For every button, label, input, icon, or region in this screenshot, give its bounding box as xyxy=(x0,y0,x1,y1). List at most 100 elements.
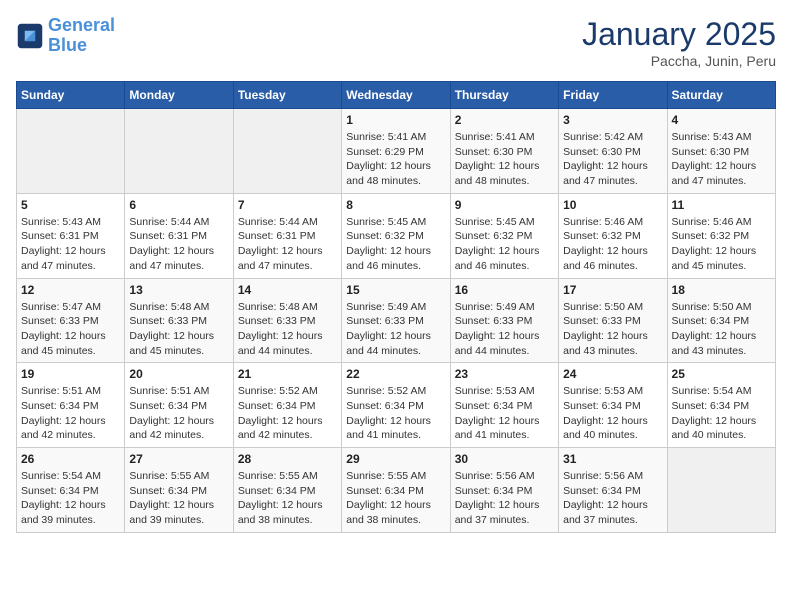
day-number: 9 xyxy=(455,198,554,212)
day-number: 28 xyxy=(238,452,337,466)
day-number: 2 xyxy=(455,113,554,127)
day-header-tuesday: Tuesday xyxy=(233,82,341,109)
calendar-cell: 14 Sunrise: 5:48 AM Sunset: 6:33 PM Dayli… xyxy=(233,278,341,363)
calendar-cell: 30 Sunrise: 5:56 AM Sunset: 6:34 PM Dayli… xyxy=(450,448,558,533)
week-row-1: 5 Sunrise: 5:43 AM Sunset: 6:31 PM Daylig… xyxy=(17,193,776,278)
week-row-3: 19 Sunrise: 5:51 AM Sunset: 6:34 PM Dayli… xyxy=(17,363,776,448)
day-info: Sunrise: 5:51 AM Sunset: 6:34 PM Dayligh… xyxy=(21,384,120,443)
calendar-cell: 8 Sunrise: 5:45 AM Sunset: 6:32 PM Daylig… xyxy=(342,193,450,278)
week-row-4: 26 Sunrise: 5:54 AM Sunset: 6:34 PM Dayli… xyxy=(17,448,776,533)
day-info: Sunrise: 5:51 AM Sunset: 6:34 PM Dayligh… xyxy=(129,384,228,443)
day-number: 12 xyxy=(21,283,120,297)
location-subtitle: Paccha, Junin, Peru xyxy=(582,53,776,69)
calendar-table: SundayMondayTuesdayWednesdayThursdayFrid… xyxy=(16,81,776,533)
calendar-cell: 18 Sunrise: 5:50 AM Sunset: 6:34 PM Dayli… xyxy=(667,278,775,363)
day-info: Sunrise: 5:55 AM Sunset: 6:34 PM Dayligh… xyxy=(129,469,228,528)
day-info: Sunrise: 5:52 AM Sunset: 6:34 PM Dayligh… xyxy=(238,384,337,443)
calendar-cell: 17 Sunrise: 5:50 AM Sunset: 6:33 PM Dayli… xyxy=(559,278,667,363)
day-info: Sunrise: 5:46 AM Sunset: 6:32 PM Dayligh… xyxy=(563,215,662,274)
day-number: 6 xyxy=(129,198,228,212)
calendar-cell: 4 Sunrise: 5:43 AM Sunset: 6:30 PM Daylig… xyxy=(667,109,775,194)
day-number: 14 xyxy=(238,283,337,297)
day-number: 19 xyxy=(21,367,120,381)
day-number: 31 xyxy=(563,452,662,466)
logo-text: General Blue xyxy=(48,16,115,56)
day-number: 23 xyxy=(455,367,554,381)
day-info: Sunrise: 5:41 AM Sunset: 6:29 PM Dayligh… xyxy=(346,130,445,189)
day-info: Sunrise: 5:53 AM Sunset: 6:34 PM Dayligh… xyxy=(563,384,662,443)
calendar-cell: 10 Sunrise: 5:46 AM Sunset: 6:32 PM Dayli… xyxy=(559,193,667,278)
day-number: 18 xyxy=(672,283,771,297)
day-info: Sunrise: 5:50 AM Sunset: 6:33 PM Dayligh… xyxy=(563,300,662,359)
day-info: Sunrise: 5:44 AM Sunset: 6:31 PM Dayligh… xyxy=(129,215,228,274)
day-number: 22 xyxy=(346,367,445,381)
day-header-thursday: Thursday xyxy=(450,82,558,109)
day-info: Sunrise: 5:46 AM Sunset: 6:32 PM Dayligh… xyxy=(672,215,771,274)
day-header-wednesday: Wednesday xyxy=(342,82,450,109)
day-number: 27 xyxy=(129,452,228,466)
calendar-cell: 9 Sunrise: 5:45 AM Sunset: 6:32 PM Daylig… xyxy=(450,193,558,278)
day-header-friday: Friday xyxy=(559,82,667,109)
day-info: Sunrise: 5:55 AM Sunset: 6:34 PM Dayligh… xyxy=(238,469,337,528)
calendar-cell: 29Sunrise: 5:55 AM Sunset: 6:34 PM Dayli… xyxy=(342,448,450,533)
calendar-cell: 1 Sunrise: 5:41 AM Sunset: 6:29 PM Daylig… xyxy=(342,109,450,194)
day-number: 8 xyxy=(346,198,445,212)
day-number: 13 xyxy=(129,283,228,297)
day-info: Sunrise: 5:45 AM Sunset: 6:32 PM Dayligh… xyxy=(455,215,554,274)
calendar-cell xyxy=(125,109,233,194)
day-info: Sunrise: 5:56 AM Sunset: 6:34 PM Dayligh… xyxy=(455,469,554,528)
day-info: Sunrise: 5:53 AM Sunset: 6:34 PM Dayligh… xyxy=(455,384,554,443)
calendar-cell: 31Sunrise: 5:56 AM Sunset: 6:34 PM Dayli… xyxy=(559,448,667,533)
calendar-cell: 2 Sunrise: 5:41 AM Sunset: 6:30 PM Daylig… xyxy=(450,109,558,194)
day-info: Sunrise: 5:42 AM Sunset: 6:30 PM Dayligh… xyxy=(563,130,662,189)
day-number: 25 xyxy=(672,367,771,381)
day-info: Sunrise: 5:43 AM Sunset: 6:30 PM Dayligh… xyxy=(672,130,771,189)
day-number: 1 xyxy=(346,113,445,127)
day-number: 17 xyxy=(563,283,662,297)
calendar-cell: 22Sunrise: 5:52 AM Sunset: 6:34 PM Dayli… xyxy=(342,363,450,448)
calendar-cell: 3 Sunrise: 5:42 AM Sunset: 6:30 PM Daylig… xyxy=(559,109,667,194)
calendar-cell: 26 Sunrise: 5:54 AM Sunset: 6:34 PM Dayli… xyxy=(17,448,125,533)
day-info: Sunrise: 5:48 AM Sunset: 6:33 PM Dayligh… xyxy=(129,300,228,359)
day-info: Sunrise: 5:54 AM Sunset: 6:34 PM Dayligh… xyxy=(672,384,771,443)
day-info: Sunrise: 5:45 AM Sunset: 6:32 PM Dayligh… xyxy=(346,215,445,274)
day-info: Sunrise: 5:41 AM Sunset: 6:30 PM Dayligh… xyxy=(455,130,554,189)
day-number: 15 xyxy=(346,283,445,297)
day-info: Sunrise: 5:50 AM Sunset: 6:34 PM Dayligh… xyxy=(672,300,771,359)
day-number: 26 xyxy=(21,452,120,466)
calendar-cell: 27 Sunrise: 5:55 AM Sunset: 6:34 PM Dayli… xyxy=(125,448,233,533)
calendar-cell: 13 Sunrise: 5:48 AM Sunset: 6:33 PM Dayli… xyxy=(125,278,233,363)
week-row-0: 1 Sunrise: 5:41 AM Sunset: 6:29 PM Daylig… xyxy=(17,109,776,194)
day-info: Sunrise: 5:49 AM Sunset: 6:33 PM Dayligh… xyxy=(455,300,554,359)
day-number: 5 xyxy=(21,198,120,212)
calendar-cell: 23 Sunrise: 5:53 AM Sunset: 6:34 PM Dayli… xyxy=(450,363,558,448)
calendar-cell: 21 Sunrise: 5:52 AM Sunset: 6:34 PM Dayli… xyxy=(233,363,341,448)
day-number: 24 xyxy=(563,367,662,381)
day-number: 30 xyxy=(455,452,554,466)
day-number: 3 xyxy=(563,113,662,127)
day-header-saturday: Saturday xyxy=(667,82,775,109)
day-header-sunday: Sunday xyxy=(17,82,125,109)
calendar-cell: 6 Sunrise: 5:44 AM Sunset: 6:31 PM Daylig… xyxy=(125,193,233,278)
day-number: 4 xyxy=(672,113,771,127)
day-number: 10 xyxy=(563,198,662,212)
day-info: Sunrise: 5:47 AM Sunset: 6:33 PM Dayligh… xyxy=(21,300,120,359)
calendar-cell: 28 Sunrise: 5:55 AM Sunset: 6:34 PM Dayli… xyxy=(233,448,341,533)
calendar-cell: 7Sunrise: 5:44 AM Sunset: 6:31 PM Daylig… xyxy=(233,193,341,278)
month-title: January 2025 xyxy=(582,16,776,53)
calendar-cell xyxy=(667,448,775,533)
day-number: 21 xyxy=(238,367,337,381)
calendar-cell: 20Sunrise: 5:51 AM Sunset: 6:34 PM Dayli… xyxy=(125,363,233,448)
calendar-cell xyxy=(233,109,341,194)
calendar-cell: 15 Sunrise: 5:49 AM Sunset: 6:33 PM Dayli… xyxy=(342,278,450,363)
day-info: Sunrise: 5:55 AM Sunset: 6:34 PM Dayligh… xyxy=(346,469,445,528)
calendar-cell: 19 Sunrise: 5:51 AM Sunset: 6:34 PM Dayli… xyxy=(17,363,125,448)
calendar-cell: 16Sunrise: 5:49 AM Sunset: 6:33 PM Dayli… xyxy=(450,278,558,363)
day-info: Sunrise: 5:49 AM Sunset: 6:33 PM Dayligh… xyxy=(346,300,445,359)
day-info: Sunrise: 5:43 AM Sunset: 6:31 PM Dayligh… xyxy=(21,215,120,274)
calendar-cell: 25 Sunrise: 5:54 AM Sunset: 6:34 PM Dayli… xyxy=(667,363,775,448)
calendar-cell: 11Sunrise: 5:46 AM Sunset: 6:32 PM Dayli… xyxy=(667,193,775,278)
day-info: Sunrise: 5:48 AM Sunset: 6:33 PM Dayligh… xyxy=(238,300,337,359)
day-info: Sunrise: 5:44 AM Sunset: 6:31 PM Dayligh… xyxy=(238,215,337,274)
day-info: Sunrise: 5:54 AM Sunset: 6:34 PM Dayligh… xyxy=(21,469,120,528)
